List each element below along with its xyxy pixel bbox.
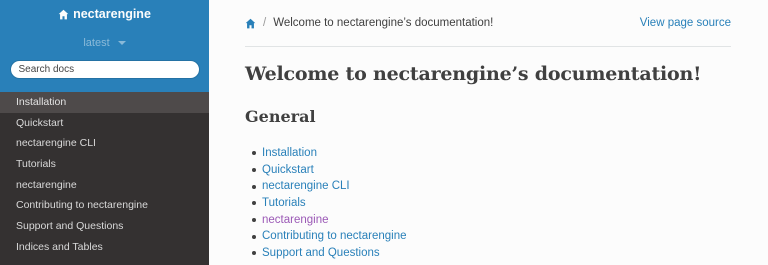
toc-link-support[interactable]: Support and Questions — [262, 245, 380, 262]
sidebar-item-cli[interactable]: nectarengine CLI — [0, 133, 209, 154]
toc-link-cli[interactable]: nectarengine CLI — [262, 178, 350, 195]
bullet — [252, 234, 256, 239]
toc-link-contributing[interactable]: Contributing to nectarengine — [262, 228, 407, 245]
home-icon — [245, 18, 256, 28]
breadcrumb: / Welcome to nectarengine’s documentatio… — [245, 15, 731, 31]
breadcrumb-home-link[interactable] — [245, 18, 256, 29]
list-item: Quickstart — [245, 162, 407, 179]
toc-link-installation[interactable]: Installation — [262, 145, 317, 162]
toc-link-nectarengine[interactable]: nectarengine — [262, 212, 329, 229]
sidebar-item-nectarengine[interactable]: nectarengine — [0, 175, 209, 196]
bullet — [252, 151, 256, 156]
sidebar-header: nectarengine latest — [0, 0, 209, 92]
toc-link-quickstart[interactable]: Quickstart — [262, 162, 314, 179]
bullet — [252, 251, 256, 256]
toc-list: Installation Quickstart nectarengine CLI… — [245, 145, 407, 262]
list-item: nectarengine — [245, 212, 407, 229]
docs-page: nectarengine latest Installation Quickst… — [0, 0, 768, 265]
list-item: nectarengine CLI — [245, 178, 407, 195]
search-input[interactable] — [9, 59, 200, 79]
sidebar-item-indices[interactable]: Indices and Tables — [0, 237, 209, 258]
project-home-link[interactable]: nectarengine — [58, 6, 151, 22]
bullet — [252, 201, 256, 206]
sidebar-item-tutorials[interactable]: Tutorials — [0, 154, 209, 175]
sidebar-item-installation[interactable]: Installation — [0, 92, 209, 113]
breadcrumb-current: Welcome to nectarengine’s documentation! — [273, 17, 494, 29]
list-item: Tutorials — [245, 195, 407, 212]
main-content: / Welcome to nectarengine’s documentatio… — [209, 0, 768, 265]
bullet — [252, 218, 256, 223]
bullet — [252, 184, 256, 189]
list-item: Support and Questions — [245, 245, 407, 262]
caret-down-icon — [117, 40, 126, 45]
sidebar-item-quickstart[interactable]: Quickstart — [0, 113, 209, 134]
sidebar-nav: Installation Quickstart nectarengine CLI… — [0, 92, 209, 258]
sidebar: nectarengine latest Installation Quickst… — [0, 0, 209, 265]
page-title: Welcome to nectarengine’s documentation! — [245, 63, 702, 85]
view-page-source-link[interactable]: View page source — [640, 17, 731, 29]
list-item: Contributing to nectarengine — [245, 228, 407, 245]
home-icon — [58, 9, 69, 19]
sidebar-item-contributing[interactable]: Contributing to nectarengine — [0, 195, 209, 216]
toc-link-tutorials[interactable]: Tutorials — [262, 195, 306, 212]
sidebar-item-support[interactable]: Support and Questions — [0, 216, 209, 237]
section-heading: General — [245, 107, 316, 126]
breadcrumb-separator: / — [263, 17, 267, 29]
version-selector[interactable]: latest — [83, 36, 126, 50]
header-divider — [245, 46, 731, 47]
version-label: latest — [83, 36, 110, 49]
list-item: Installation — [245, 145, 407, 162]
bullet — [252, 168, 256, 173]
project-name: nectarengine — [73, 7, 151, 21]
